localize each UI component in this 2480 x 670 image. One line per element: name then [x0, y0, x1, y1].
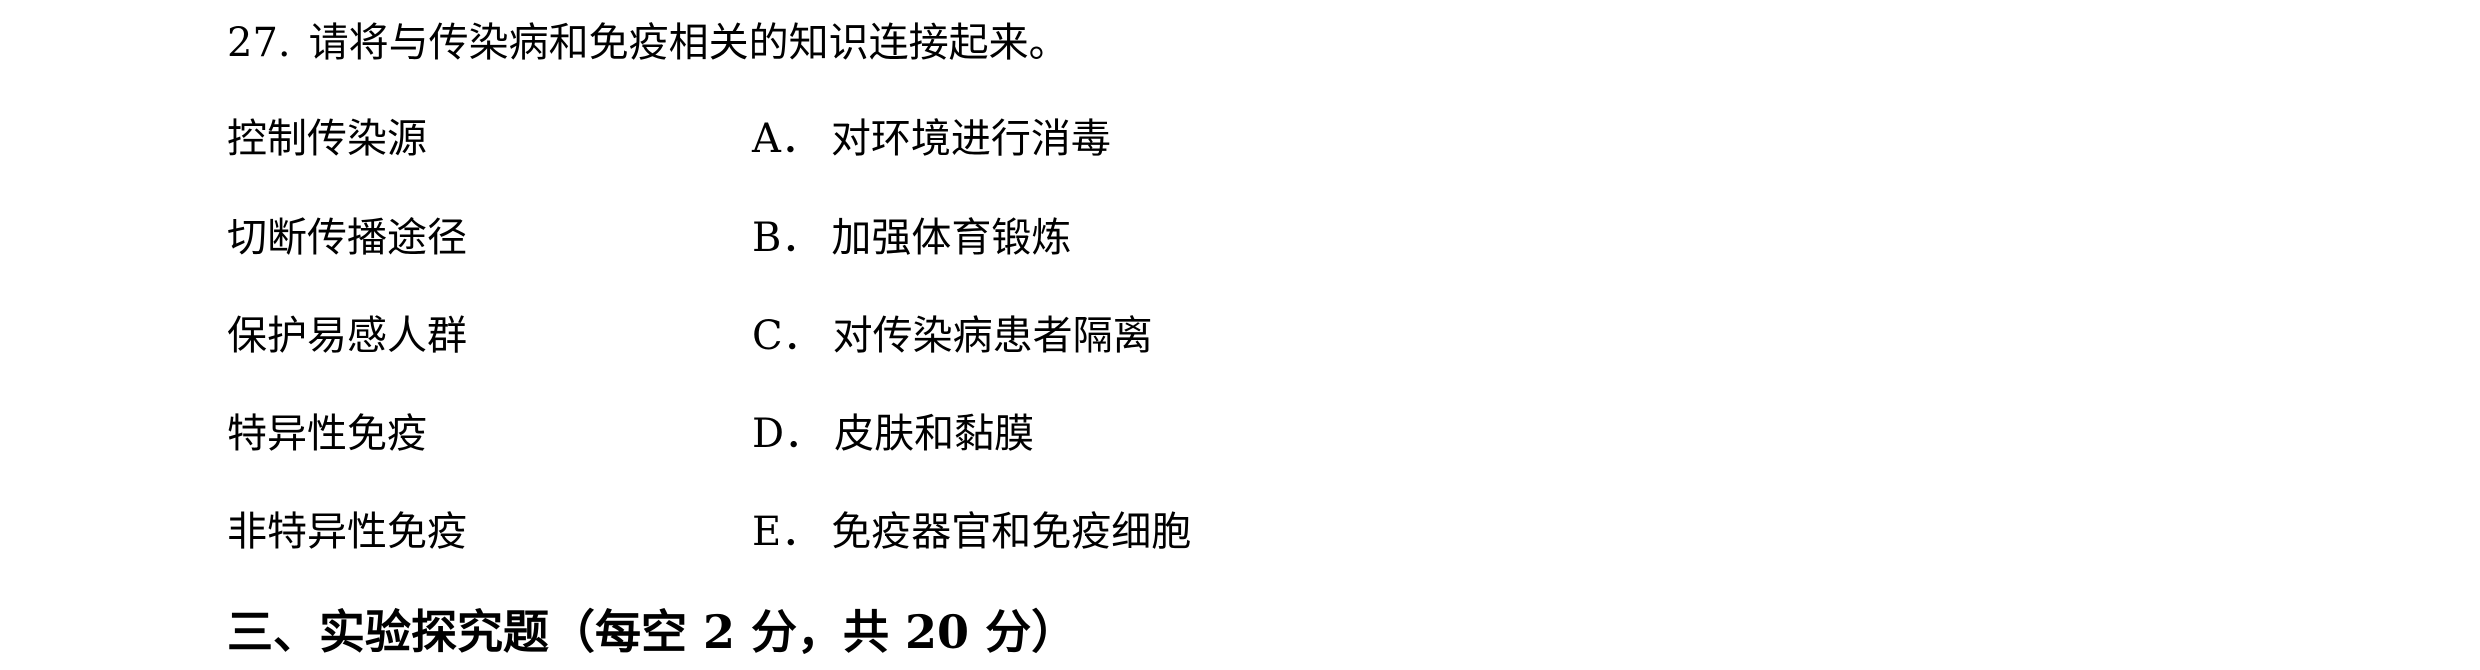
option-text: 加强体育锻炼 [831, 215, 1072, 261]
right-option-e: E． 免疫器官和免疫细胞 [752, 505, 1191, 559]
matching-row: 非特异性免疫 E． 免疫器官和免疫细胞 [0, 505, 2480, 559]
option-letter: E． [752, 509, 822, 555]
option-text: 对环境进行消毒 [830, 116, 1111, 162]
option-text: 对传染病患者隔离 [832, 313, 1153, 359]
question-number: 27. [227, 20, 291, 66]
matching-row: 保护易感人群 C． 对传染病患者隔离 [0, 309, 2480, 363]
right-option-a: A． 对环境进行消毒 [752, 112, 1111, 166]
option-letter: D． [752, 411, 825, 457]
section-heading: 三、实验探究题（每空 2 分，共 20 分） [227, 605, 1078, 659]
matching-row: 控制传染源 A． 对环境进行消毒 [0, 112, 2480, 166]
left-item: 切断传播途径 [227, 215, 467, 261]
left-item: 控制传染源 [227, 116, 427, 162]
left-item: 特异性免疫 [227, 411, 427, 457]
matching-row: 特异性免疫 D． 皮肤和黏膜 [0, 407, 2480, 461]
left-item: 保护易感人群 [227, 313, 467, 359]
option-letter: C． [752, 313, 823, 359]
right-option-d: D． 皮肤和黏膜 [752, 407, 1034, 461]
left-item: 非特异性免疫 [227, 509, 467, 555]
option-text: 皮肤和黏膜 [834, 411, 1035, 457]
option-text: 免疫器官和免疫细胞 [831, 509, 1192, 555]
option-letter: B． [752, 215, 822, 261]
matching-row: 切断传播途径 B． 加强体育锻炼 [0, 211, 2480, 265]
question-text: 请将与传染病和免疫相关的知识连接起来。 [308, 20, 1069, 66]
question-27: 27. 请将与传染病和免疫相关的知识连接起来。 [227, 16, 1069, 70]
document-page: 27. 请将与传染病和免疫相关的知识连接起来。 控制传染源 A． 对环境进行消毒 切… [0, 0, 2480, 670]
right-option-b: B． 加强体育锻炼 [752, 211, 1071, 265]
right-option-c: C． 对传染病患者隔离 [752, 309, 1153, 363]
option-letter: A． [752, 116, 821, 162]
